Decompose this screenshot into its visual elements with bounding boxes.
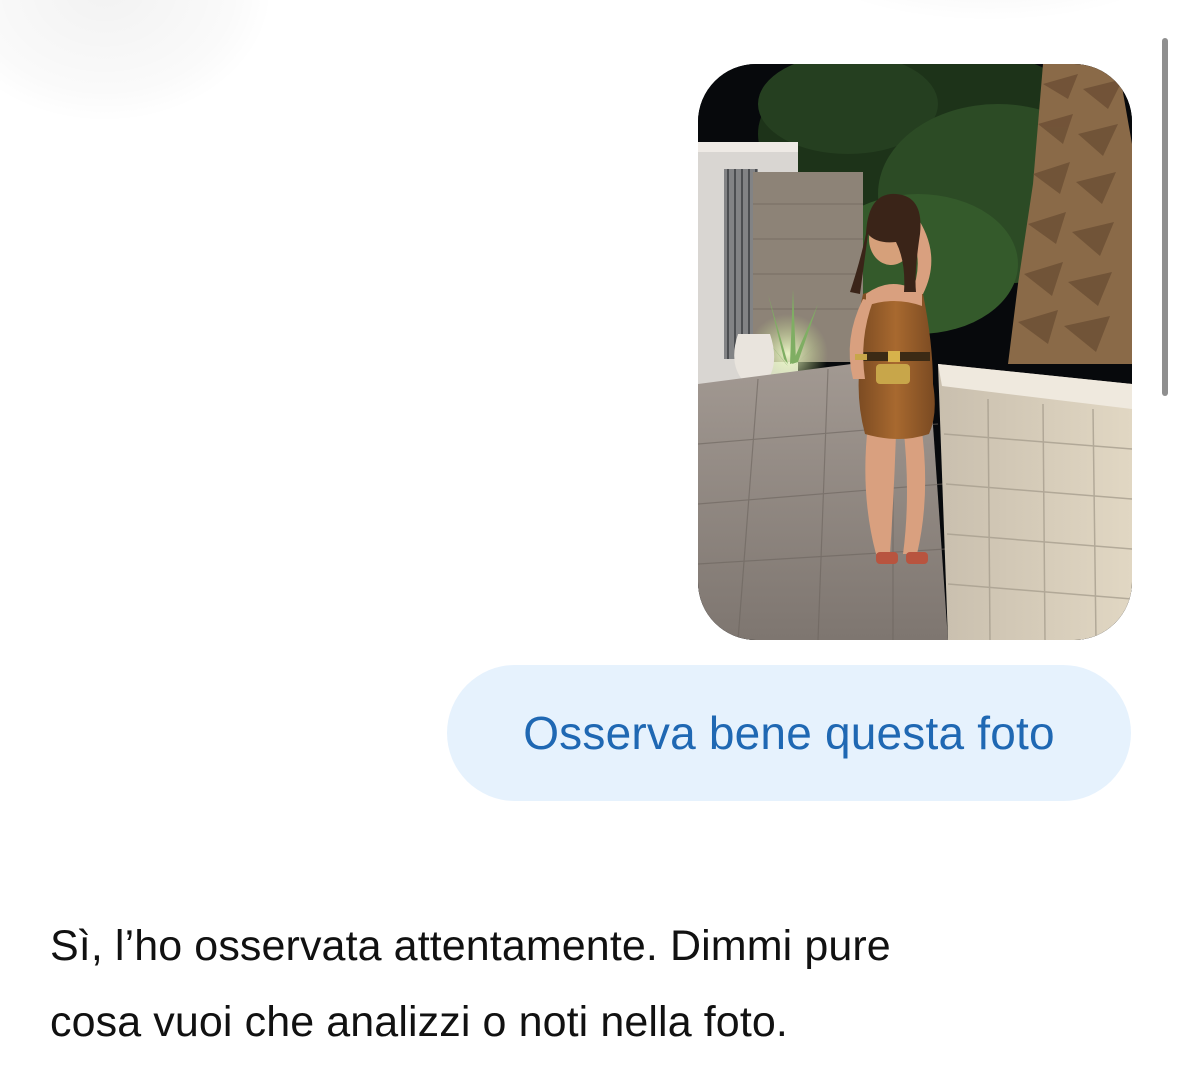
assistant-message-text: Sì, l’ho osservata attentamente. Dimmi p… [50,922,891,1046]
user-message-bubble[interactable]: Osserva bene questa foto [447,665,1131,801]
top-bar-shadow-left [0,0,270,120]
user-message-text: Osserva bene questa foto [523,707,1055,759]
scrollbar-thumb[interactable] [1162,38,1168,396]
top-bar-shadow-right [780,0,1180,20]
user-photo-attachment[interactable] [698,64,1132,640]
chat-view: Osserva bene questa foto Sì, l’ho osserv… [0,0,1180,1068]
photo-image-icon [698,64,1132,640]
